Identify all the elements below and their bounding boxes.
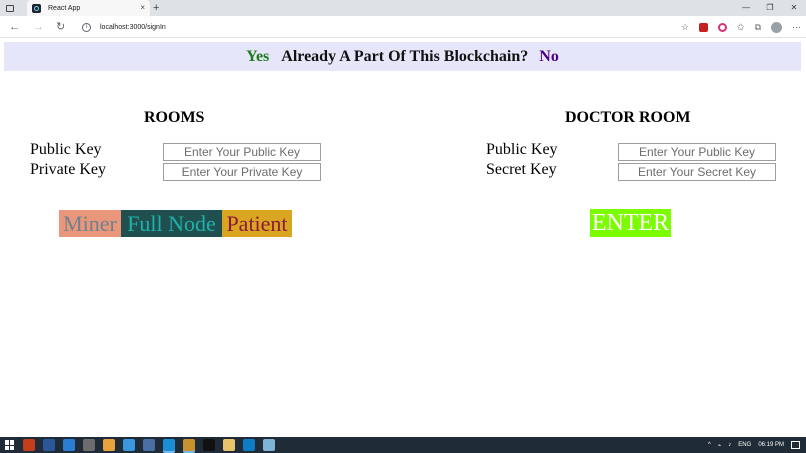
doctor-secret-key-input[interactable] [618,163,776,181]
membership-question: Already A Part Of This Blockchain? [281,47,529,65]
taskbar-app-icon[interactable] [143,439,155,451]
taskbar-edge-icon[interactable] [163,439,175,451]
taskbar-app-icon[interactable] [123,439,135,451]
language-indicator[interactable]: ENG [738,442,751,448]
notification-icon[interactable] [791,441,800,449]
taskbar-app-icon[interactable] [183,439,195,451]
taskbar-app-icon[interactable] [83,439,95,451]
taskbar-terminal-icon[interactable] [203,439,215,451]
minimize-icon[interactable]: — [734,0,758,16]
doctor-secret-key-label: Secret Key [486,161,557,178]
close-window-icon[interactable]: ✕ [782,0,806,16]
add-favorite-icon[interactable]: ☆ [681,22,689,33]
rooms-title: ROOMS [144,109,205,126]
site-info-icon[interactable]: i [82,22,91,32]
url-path: :3000/signIn [127,23,166,31]
rooms-private-key-input[interactable] [163,163,321,181]
tab-title: React App [48,4,81,12]
taskbar-app-icon[interactable] [243,439,255,451]
taskbar-folder-icon[interactable] [223,439,235,451]
full-node-button[interactable]: Full Node [121,210,222,237]
taskbar-app-icon[interactable] [263,439,275,451]
system-tray: ^ ⌁ ♪ ENG 06:19 PM [708,437,806,453]
new-tab-icon[interactable]: + [153,0,159,16]
rooms-public-key-label: Public Key [30,141,102,158]
role-buttons: Miner Full Node Patient [59,210,292,237]
toolbar-icons: ☆ ✩ ⧉ ⋯ [676,16,806,38]
tab-actions-button[interactable] [0,0,20,16]
back-arrow-icon[interactable]: ← [9,16,20,38]
favorites-icon[interactable]: ✩ [737,22,745,33]
patient-button[interactable]: Patient [222,210,292,237]
extension-pink-icon[interactable] [718,22,728,32]
rooms-private-key-label: Private Key [30,161,106,178]
tab-actions-icon [6,4,14,12]
doctor-public-key-label: Public Key [486,141,558,158]
address-bar[interactable]: i localhost:3000/signIn [76,19,656,35]
doctor-room-title: DOCTOR ROOM [565,109,691,126]
taskbar-app-icon[interactable] [23,439,35,451]
enter-button[interactable]: ENTER [590,209,671,237]
collections-icon[interactable]: ⧉ [755,22,761,33]
taskbar-app-icon[interactable] [43,439,55,451]
yes-link[interactable]: Yes [246,48,269,66]
taskbar: ^ ⌁ ♪ ENG 06:19 PM [0,437,806,453]
more-menu-icon[interactable]: ⋯ [792,22,801,33]
reload-icon[interactable]: ↻ [56,16,65,38]
no-link[interactable]: No [539,48,559,66]
profile-avatar-icon[interactable] [771,21,782,33]
maximize-icon[interactable]: ❐ [758,0,782,16]
windows-start-icon[interactable] [5,440,15,450]
forward-arrow-icon[interactable]: → [33,16,44,38]
miner-button[interactable]: Miner [59,210,121,237]
extension-red-icon[interactable] [699,22,709,32]
taskbar-chrome-icon[interactable] [103,439,115,451]
tray-network-icon[interactable]: ⌁ [718,442,722,449]
taskbar-word-icon[interactable] [63,439,75,451]
tab-close-icon[interactable]: × [140,4,145,12]
tray-chevron-icon[interactable]: ^ [708,442,711,448]
tray-volume-icon[interactable]: ♪ [728,442,731,448]
clock[interactable]: 06:19 PM [758,442,784,448]
doctor-public-key-input[interactable] [618,143,776,161]
react-favicon-icon [32,3,41,13]
window-controls: — ❐ ✕ [734,0,806,16]
url-text[interactable]: localhost:3000/signIn [100,24,166,31]
browser-tab-strip: React App × + — ❐ ✕ [0,0,806,16]
rooms-public-key-input[interactable] [163,143,321,161]
url-host: localhost [100,23,128,31]
browser-toolbar: ← → ↻ i localhost:3000/signIn ☆ ✩ ⧉ ⋯ [0,16,806,38]
membership-banner: Yes Already A Part Of This Blockchain? N… [4,42,801,71]
tab-react-app[interactable]: React App × [27,0,150,16]
